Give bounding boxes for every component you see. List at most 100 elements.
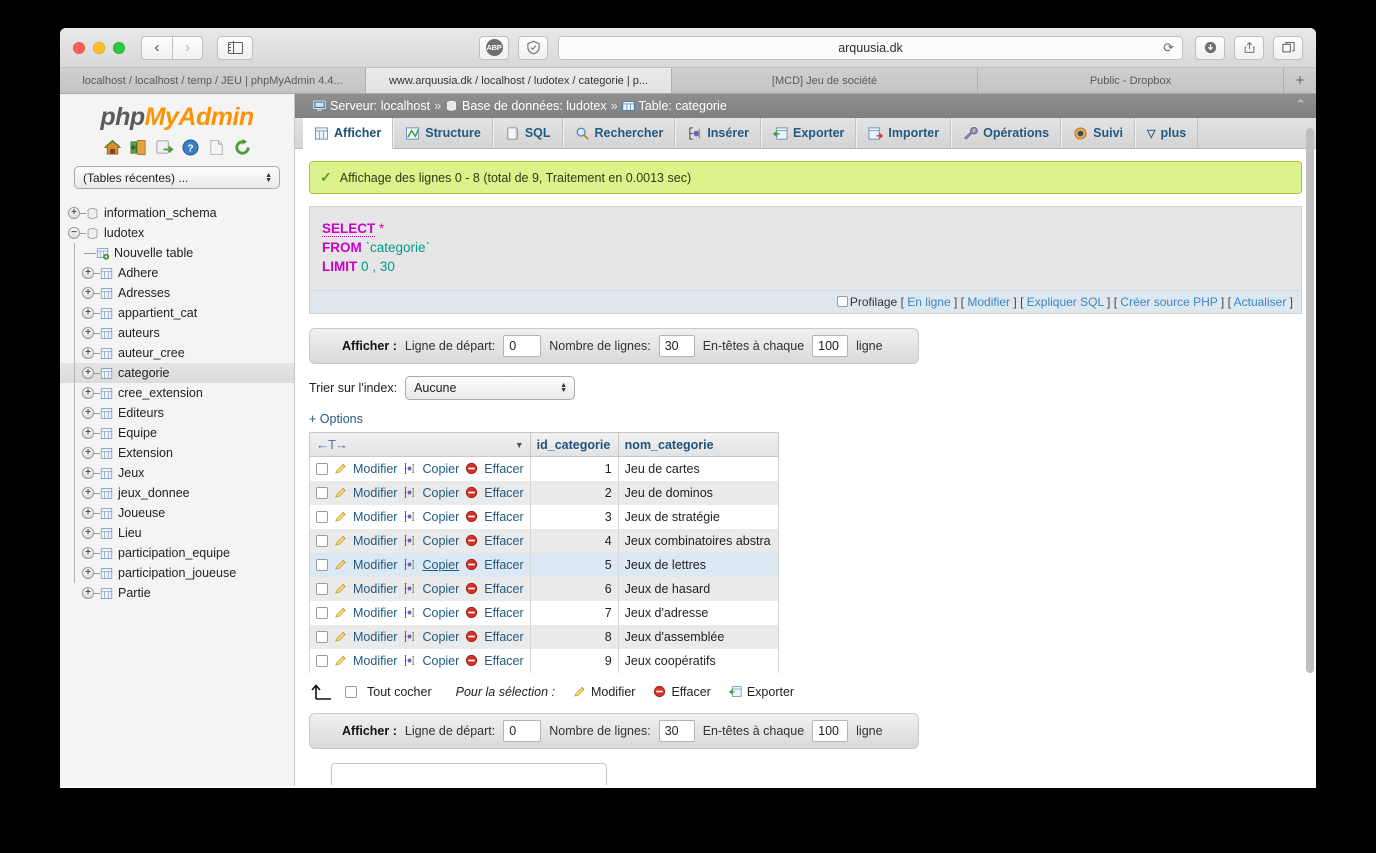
- browser-tab-3[interactable]: [MCD] Jeu de société: [672, 68, 978, 93]
- expander-icon[interactable]: +: [82, 587, 94, 599]
- share-button[interactable]: [1234, 35, 1264, 60]
- tree-item-information_schema[interactable]: + information_schema: [60, 203, 294, 223]
- tab-sql[interactable]: SQL: [492, 118, 563, 148]
- link-en-ligne[interactable]: En ligne: [907, 295, 950, 309]
- bulk-delete-action[interactable]: Effacer: [653, 685, 711, 699]
- close-button[interactable]: [73, 41, 85, 54]
- reload-icon[interactable]: ⟳: [1163, 40, 1174, 56]
- tree-item-Lieu[interactable]: + Lieu: [60, 523, 294, 543]
- headers-every-input[interactable]: 100: [812, 335, 849, 357]
- tree-item-Joueuse[interactable]: + Joueuse: [60, 503, 294, 523]
- row-checkbox[interactable]: [316, 558, 328, 571]
- scrollbar-thumb[interactable]: [1306, 128, 1314, 673]
- row-checkbox[interactable]: [316, 534, 328, 547]
- table-row[interactable]: Modifier Copier Effacer 8 Jeux d'assembl…: [309, 624, 779, 649]
- copy-link[interactable]: Copier: [422, 558, 459, 572]
- table-row[interactable]: Modifier Copier Effacer 1 Jeu de cartes: [309, 456, 779, 481]
- table-row[interactable]: Modifier Copier Effacer 9 Jeux coopérati…: [309, 648, 779, 673]
- copy-link[interactable]: Copier: [422, 606, 459, 620]
- profiling-checkbox[interactable]: [836, 296, 848, 307]
- tab-exporter[interactable]: Exporter: [761, 118, 857, 148]
- row-checkbox[interactable]: [316, 630, 328, 643]
- table-row[interactable]: Modifier Copier Effacer 2 Jeu de dominos: [309, 480, 779, 505]
- expander-icon[interactable]: +: [82, 307, 94, 319]
- tree-item-cree_extension[interactable]: + cree_extension: [60, 383, 294, 403]
- tree-item-ludotex[interactable]: − ludotex: [60, 223, 294, 243]
- row-checkbox[interactable]: [316, 486, 328, 499]
- tab-importer[interactable]: Importer: [856, 118, 952, 148]
- sort-by-index-select[interactable]: Aucune ▲ ▼: [405, 376, 576, 400]
- expander-icon[interactable]: +: [82, 327, 94, 339]
- expander-icon[interactable]: +: [82, 367, 94, 379]
- copy-link[interactable]: Copier: [422, 534, 459, 548]
- docs-icon[interactable]: [207, 138, 226, 157]
- recent-tables-select[interactable]: (Tables récentes) ... ▲ ▼: [74, 166, 280, 189]
- row-checkbox[interactable]: [316, 510, 328, 523]
- tree-item-auteur_cree[interactable]: + auteur_cree: [60, 343, 294, 363]
- query-results-operations-panel[interactable]: [331, 762, 607, 785]
- select-all-arrow-icon[interactable]: [309, 683, 335, 701]
- delete-link[interactable]: Effacer: [484, 534, 523, 548]
- link-expliquer-sql[interactable]: Expliquer SQL: [1027, 295, 1104, 309]
- edit-link[interactable]: Modifier: [353, 630, 397, 644]
- minimize-button[interactable]: [93, 41, 105, 54]
- edit-link[interactable]: Modifier: [353, 486, 397, 500]
- copy-link[interactable]: Copier: [422, 486, 459, 500]
- tree-item-nouvelle-table[interactable]: Nouvelle table: [60, 243, 294, 263]
- edit-link[interactable]: Modifier: [353, 582, 397, 596]
- sort-controls-header[interactable]: ←T→ ▼: [309, 432, 531, 457]
- row-checkbox[interactable]: [316, 654, 328, 667]
- expander-icon[interactable]: +: [82, 387, 94, 399]
- copy-link[interactable]: Copier: [422, 654, 459, 668]
- delete-link[interactable]: Effacer: [484, 486, 523, 500]
- row-checkbox[interactable]: [316, 462, 328, 475]
- tab-suivi[interactable]: Suivi: [1061, 118, 1135, 148]
- delete-link[interactable]: Effacer: [484, 630, 523, 644]
- expander-icon[interactable]: +: [82, 347, 94, 359]
- check-all-checkbox[interactable]: [345, 685, 357, 698]
- help-icon[interactable]: ?: [181, 138, 200, 157]
- back-button[interactable]: ‹: [141, 35, 172, 60]
- chevron-down-icon[interactable]: ▼: [515, 440, 524, 450]
- tab-operations[interactable]: Opérations: [951, 118, 1062, 148]
- row-checkbox[interactable]: [316, 582, 328, 595]
- expander-icon[interactable]: +: [82, 487, 94, 499]
- tab-rechercher[interactable]: Rechercher: [562, 118, 676, 148]
- link-actualiser[interactable]: Actualiser: [1234, 295, 1287, 309]
- table-row[interactable]: Modifier Copier Effacer 3 Jeux de straté…: [309, 504, 779, 529]
- browser-tab-4[interactable]: Public - Dropbox: [978, 68, 1284, 93]
- db-export-icon[interactable]: [155, 138, 174, 157]
- copy-link[interactable]: Copier: [422, 510, 459, 524]
- delete-link[interactable]: Effacer: [484, 462, 523, 476]
- tree-item-Editeurs[interactable]: + Editeurs: [60, 403, 294, 423]
- tree-item-Partie[interactable]: + Partie: [60, 583, 294, 603]
- maximize-button[interactable]: [113, 41, 125, 54]
- tree-item-Equipe[interactable]: + Equipe: [60, 423, 294, 443]
- column-header-id[interactable]: id_categorie: [529, 432, 619, 457]
- tree-item-participation_joueuse[interactable]: + participation_joueuse: [60, 563, 294, 583]
- edit-link[interactable]: Modifier: [353, 654, 397, 668]
- expander-icon[interactable]: +: [68, 207, 80, 219]
- expander-icon[interactable]: +: [82, 547, 94, 559]
- delete-link[interactable]: Effacer: [484, 510, 523, 524]
- tree-item-categorie[interactable]: + categorie: [60, 363, 294, 383]
- browser-tab-2[interactable]: www.arquusia.dk / localhost / ludotex / …: [366, 68, 672, 93]
- url-bar[interactable]: arquusia.dk ⟳: [558, 35, 1183, 60]
- expander-icon[interactable]: +: [82, 267, 94, 279]
- delete-link[interactable]: Effacer: [484, 654, 523, 668]
- collapse-icon[interactable]: ⌃: [1295, 97, 1306, 113]
- breadcrumb-database[interactable]: Base de données: ludotex: [462, 99, 607, 113]
- delete-link[interactable]: Effacer: [484, 582, 523, 596]
- downloads-button[interactable]: [1195, 35, 1225, 60]
- tree-item-Jeux[interactable]: + Jeux: [60, 463, 294, 483]
- link-modifier[interactable]: Modifier: [967, 295, 1010, 309]
- copy-link[interactable]: Copier: [422, 462, 459, 476]
- link-creer-source-php[interactable]: Créer source PHP: [1120, 295, 1217, 309]
- rows-count-input[interactable]: 30: [658, 719, 695, 742]
- check-all-label[interactable]: Tout cocher: [367, 685, 432, 699]
- expander-icon[interactable]: +: [82, 287, 94, 299]
- tab-afficher[interactable]: Afficher: [303, 118, 394, 149]
- tree-item-Extension[interactable]: + Extension: [60, 443, 294, 463]
- expander-icon[interactable]: +: [82, 427, 94, 439]
- expander-icon[interactable]: +: [82, 467, 94, 479]
